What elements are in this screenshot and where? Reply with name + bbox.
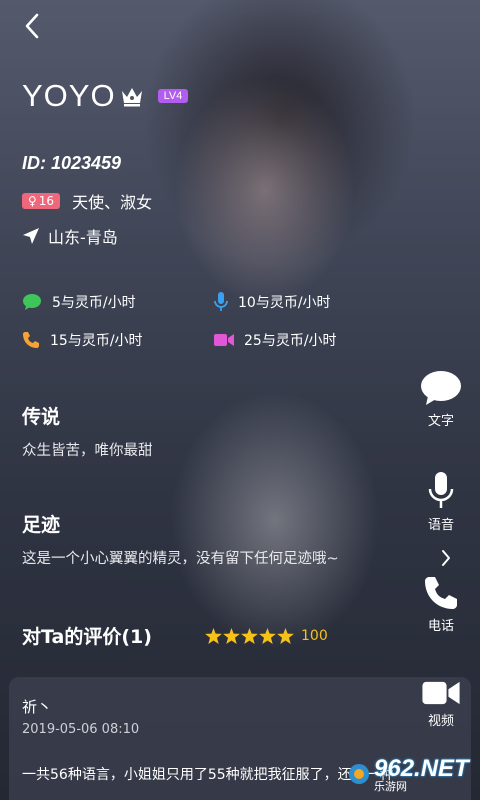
voice-chat-label: 语音 [427,518,454,533]
location-text: 山东-青岛 [48,228,118,247]
age-badge: ♀ 16 [22,193,61,209]
footprint-title: 足迹 [22,514,61,536]
location-row: 山东-青岛 [22,224,118,248]
chevron-left-icon [25,13,39,39]
video-call-label: 视频 [427,714,454,729]
microphone-icon [214,292,228,311]
female-icon: ♀ [28,194,37,208]
star-icon [259,628,276,644]
phone-icon [425,577,457,609]
chevron-right-icon [442,550,450,566]
star-icon [241,628,258,644]
chat-bubble-icon [23,294,41,310]
rating-stars: 100 [205,628,328,644]
watermark-logo-icon [349,764,369,784]
voice-chat-price: 10与灵币/小时 [214,292,331,312]
voice-chat-button[interactable]: 语音 [411,472,471,533]
crown-icon [121,88,142,107]
phone-icon [23,332,39,348]
microphone-icon [428,472,454,508]
text-chat-price: 5与灵币/小时 [22,292,136,312]
text-chat-label: 文字 [427,414,454,429]
phone-call-label: 电话 [427,619,454,634]
star-icon [205,628,222,644]
watermark-sub: 乐游网 [374,779,407,793]
legend-body: 众生皆苦，唯你最甜 [22,443,153,459]
name-row: YOYO LV4 [22,78,189,114]
star-icon [223,628,240,644]
location-arrow-icon [23,228,39,244]
footprint-more-button[interactable] [440,548,452,572]
tags-row: ♀ 16 天使、淑女 [22,189,152,213]
star-icon [277,628,294,644]
personality-tags: 天使、淑女 [72,193,153,212]
video-call-button[interactable]: 视频 [411,680,471,729]
text-chat-rate: 5与灵币/小时 [52,295,136,311]
footprint-body[interactable]: 这是一个小心翼翼的精灵，没有留下任何足迹哦~ [22,547,339,568]
level-badge: LV4 [157,89,189,103]
back-button[interactable] [14,8,50,44]
video-camera-icon [214,334,234,346]
watermark-brand: 962.NET [374,754,469,782]
video-call-rate: 25与灵币/小时 [244,333,337,349]
profile-name: YOYO [22,78,116,113]
age-value: 16 [38,194,55,208]
rating-score: 100 [301,628,328,644]
phone-call-rate: 15与灵币/小时 [50,333,143,349]
voice-chat-rate: 10与灵币/小时 [238,295,331,311]
video-camera-icon [422,681,460,705]
reviewer-name: 祈丶 [22,698,53,716]
phone-call-price: 15与灵币/小时 [22,330,143,350]
text-chat-button[interactable]: 文字 [411,370,471,429]
evaluation-title: 对Ta的评价(1) [22,626,152,648]
site-watermark: 962.NET 乐游网 [348,750,476,798]
phone-call-button[interactable]: 电话 [411,575,471,634]
user-id: ID: 1023459 [22,153,122,173]
chat-bubble-icon [421,371,461,405]
legend-title: 传说 [22,406,61,428]
review-date: 2019-05-06 08:10 [22,722,140,737]
video-call-price: 25与灵币/小时 [214,330,337,350]
